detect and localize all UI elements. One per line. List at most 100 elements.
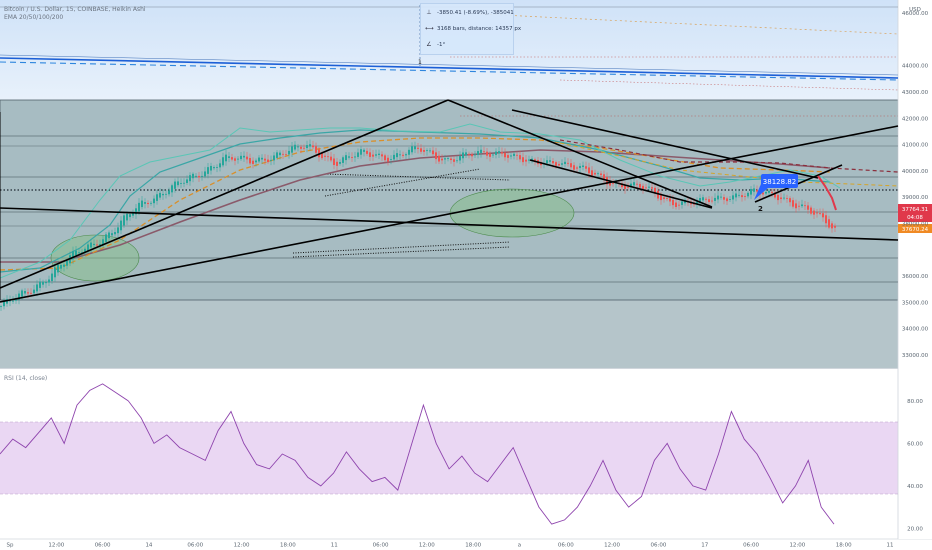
y-tick-label: 43000.00 bbox=[902, 90, 929, 96]
candle-body bbox=[723, 197, 725, 200]
candle-body bbox=[501, 152, 503, 154]
candle-body bbox=[441, 158, 443, 161]
candle-body bbox=[570, 163, 572, 168]
candle-body bbox=[627, 187, 629, 188]
main-pane-lower-band bbox=[0, 300, 898, 368]
y-tick-label: 42000.00 bbox=[902, 116, 929, 122]
candle-body bbox=[522, 157, 524, 163]
candle-body bbox=[786, 197, 788, 199]
candle-body bbox=[675, 202, 677, 207]
candle-body bbox=[234, 158, 236, 161]
candle-body bbox=[45, 282, 47, 284]
measure-tool-box[interactable]: ⊥ -3850.41 (-8.69%), -385041 ⟷ 3168 bars… bbox=[420, 3, 521, 55]
candle-body bbox=[528, 159, 530, 161]
candle-body bbox=[783, 197, 785, 199]
candle-body bbox=[246, 156, 248, 160]
candle-body bbox=[741, 195, 743, 198]
candle-body bbox=[96, 244, 98, 246]
x-tick-label: 11 bbox=[887, 543, 894, 549]
candle-body bbox=[33, 289, 35, 294]
x-tick-label: 06:00 bbox=[558, 543, 574, 549]
x-tick-label: 17 bbox=[701, 543, 708, 549]
candle-body bbox=[381, 154, 383, 157]
candle-body bbox=[60, 265, 62, 269]
candle-body bbox=[648, 186, 650, 188]
candle-body bbox=[117, 227, 119, 234]
candle-body bbox=[366, 150, 368, 154]
candle-body bbox=[462, 152, 464, 159]
candle-body bbox=[588, 167, 590, 174]
candle-body bbox=[558, 163, 560, 166]
candle-body bbox=[393, 154, 395, 160]
price-chart[interactable]: 1 2 38128.82 37764.31 04:08 37670.24 460… bbox=[0, 0, 932, 550]
countdown-text: 04:08 bbox=[907, 215, 923, 221]
candle-body bbox=[276, 152, 278, 158]
candle-body bbox=[27, 292, 29, 294]
y-tick-label: 38000.00 bbox=[902, 221, 929, 227]
candle-body bbox=[714, 197, 716, 201]
angle-icon: ∠ bbox=[426, 41, 432, 48]
candle-body bbox=[789, 198, 791, 203]
candle-body bbox=[288, 150, 290, 155]
candle-body bbox=[195, 175, 197, 177]
candle-body bbox=[0, 306, 2, 308]
candle-body bbox=[465, 152, 467, 156]
candle-body bbox=[504, 152, 506, 158]
candle-body bbox=[42, 281, 44, 285]
candle-body bbox=[24, 291, 26, 294]
candle-body bbox=[414, 146, 416, 150]
x-tick-label: a bbox=[518, 543, 521, 549]
candle-body bbox=[21, 290, 23, 297]
candle-body bbox=[768, 190, 770, 193]
candle-body bbox=[813, 210, 815, 215]
candle-body bbox=[306, 145, 308, 149]
candle-body bbox=[423, 150, 425, 152]
candle-body bbox=[516, 154, 518, 156]
candle-body bbox=[708, 199, 710, 203]
candle-body bbox=[582, 165, 584, 167]
candle-body bbox=[576, 167, 578, 169]
candle-body bbox=[573, 165, 575, 170]
rsi-y-tick-label: 40.00 bbox=[907, 484, 923, 490]
candle-body bbox=[375, 154, 377, 156]
candle-body bbox=[663, 197, 665, 199]
highlight-ellipse[interactable] bbox=[50, 234, 140, 282]
candle-body bbox=[240, 155, 242, 160]
candle-body bbox=[834, 225, 836, 228]
candle-body bbox=[105, 234, 107, 242]
candle-body bbox=[597, 173, 599, 175]
candle-body bbox=[267, 159, 269, 163]
x-tick-label: 06:00 bbox=[95, 543, 111, 549]
y-tick-label: 35000.00 bbox=[902, 300, 929, 306]
candle-body bbox=[651, 187, 653, 189]
candle-body bbox=[327, 156, 329, 158]
candle-body bbox=[192, 173, 194, 179]
candle-body bbox=[321, 153, 323, 159]
candle-body bbox=[273, 155, 275, 161]
candle-body bbox=[93, 243, 95, 246]
candle-body bbox=[378, 153, 380, 155]
candle-body bbox=[231, 157, 233, 160]
candle-body bbox=[438, 155, 440, 162]
candle-body bbox=[594, 172, 596, 175]
candle-body bbox=[477, 151, 479, 155]
candle-body bbox=[324, 155, 326, 157]
candle-body bbox=[819, 212, 821, 214]
candle-body bbox=[402, 154, 404, 156]
candle-body bbox=[753, 188, 755, 192]
x-tick-label: 06:00 bbox=[187, 543, 203, 549]
candle-body bbox=[258, 157, 260, 162]
candle-body bbox=[63, 264, 65, 267]
measure-angle-row: ∠ -1° bbox=[425, 41, 445, 48]
candle-body bbox=[210, 165, 212, 171]
candle-body bbox=[315, 146, 317, 153]
candle-body bbox=[126, 213, 128, 221]
candle-body bbox=[369, 152, 371, 157]
candle-body bbox=[672, 199, 674, 206]
candle-body bbox=[351, 157, 353, 158]
candle-body bbox=[99, 244, 101, 245]
candle-body bbox=[702, 197, 704, 201]
candle-body bbox=[255, 160, 257, 163]
highlight-ellipse[interactable] bbox=[449, 188, 575, 238]
x-tick-label: 06:00 bbox=[743, 543, 759, 549]
